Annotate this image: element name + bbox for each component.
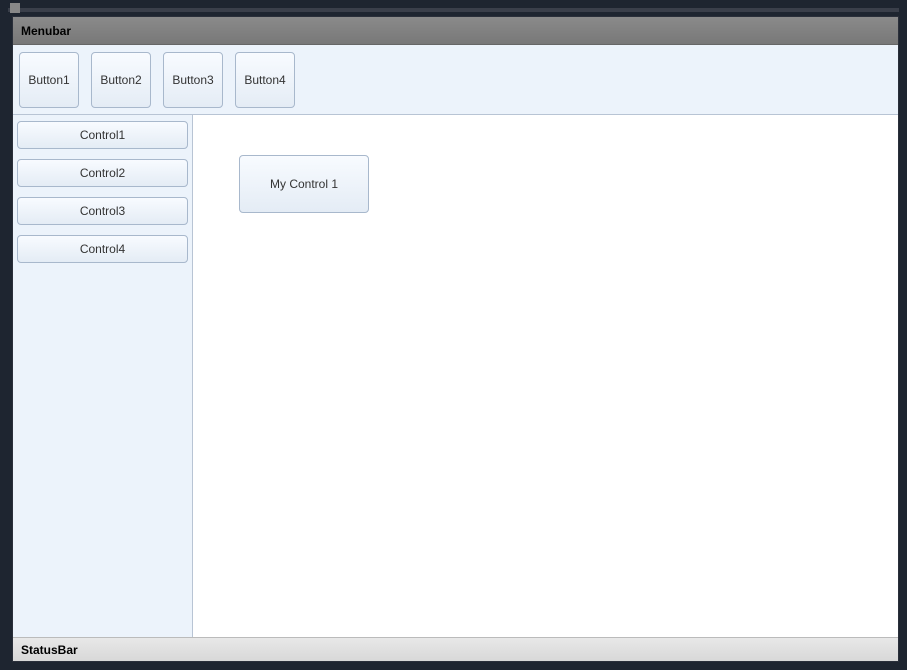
toolbar-button-4[interactable]: Button4 <box>235 52 295 108</box>
content-area: My Control 1 <box>193 115 898 637</box>
toolbar-button-3-label: Button3 <box>172 73 213 87</box>
toolbar-button-2[interactable]: Button2 <box>91 52 151 108</box>
toolbar-button-4-label: Button4 <box>244 73 285 87</box>
toolbar-button-1[interactable]: Button1 <box>19 52 79 108</box>
sidebar-control-3[interactable]: Control3 <box>17 197 188 225</box>
toolbar-button-3[interactable]: Button3 <box>163 52 223 108</box>
window-title-bar[interactable] <box>8 8 899 12</box>
sidebar: Control1 Control2 Control3 Control4 <box>13 115 193 637</box>
toolbar-button-1-label: Button1 <box>28 73 69 87</box>
statusbar: StatusBar <box>13 637 898 661</box>
sidebar-control-4[interactable]: Control4 <box>17 235 188 263</box>
window-icon <box>10 3 20 13</box>
middle-region: Control1 Control2 Control3 Control4 My C… <box>13 115 898 637</box>
toolbar-button-2-label: Button2 <box>100 73 141 87</box>
menubar-label: Menubar <box>21 24 71 38</box>
sidebar-control-1-label: Control1 <box>80 128 125 142</box>
outer-frame: Menubar Button1 Button2 Button3 Button4 … <box>0 0 907 670</box>
content-my-control-1[interactable]: My Control 1 <box>239 155 369 213</box>
sidebar-control-4-label: Control4 <box>80 242 125 256</box>
content-my-control-1-label: My Control 1 <box>270 177 338 191</box>
sidebar-control-3-label: Control3 <box>80 204 125 218</box>
sidebar-control-2-label: Control2 <box>80 166 125 180</box>
sidebar-control-2[interactable]: Control2 <box>17 159 188 187</box>
menubar[interactable]: Menubar <box>13 17 898 45</box>
statusbar-label: StatusBar <box>21 643 78 657</box>
sidebar-control-1[interactable]: Control1 <box>17 121 188 149</box>
app-window: Menubar Button1 Button2 Button3 Button4 … <box>12 16 899 662</box>
toolbar: Button1 Button2 Button3 Button4 <box>13 45 898 115</box>
